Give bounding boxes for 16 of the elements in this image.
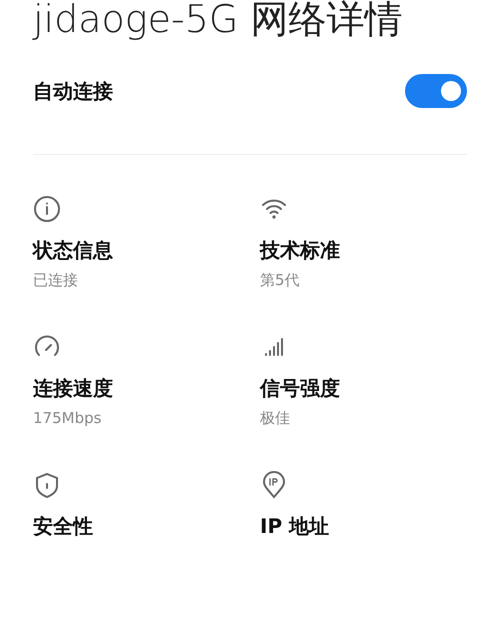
detail-label: IP 地址 (260, 513, 330, 540)
page-title: jidaoge-5G 网络详情 (33, 0, 404, 43)
ip-pin-icon (260, 471, 288, 499)
detail-value: 已连接 (33, 270, 79, 291)
auto-connect-label: 自动连接 (33, 78, 113, 105)
detail-value: 极佳 (260, 408, 291, 429)
shield-icon (33, 471, 61, 499)
detail-value: 175Mbps (33, 408, 102, 429)
detail-label: 状态信息 (33, 237, 114, 264)
detail-label: 连接速度 (33, 375, 114, 402)
auto-connect-toggle[interactable] (405, 74, 467, 108)
detail-label: 信号强度 (260, 375, 341, 402)
detail-label: 安全性 (33, 513, 94, 540)
detail-label: 技术标准 (260, 237, 341, 264)
detail-value: 第5代 (260, 270, 301, 291)
info-icon (33, 195, 61, 223)
